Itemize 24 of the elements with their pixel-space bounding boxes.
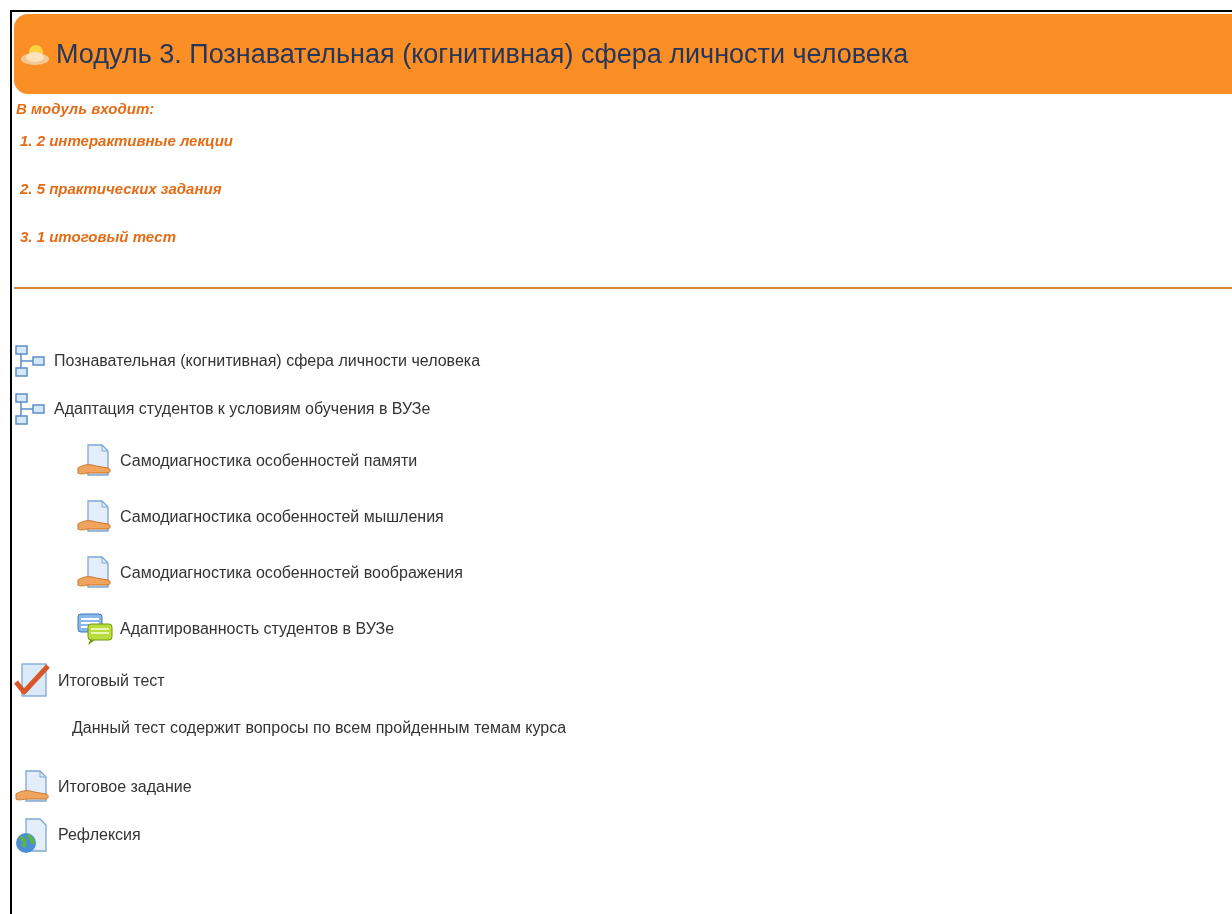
cloud-sun-icon <box>20 42 50 66</box>
summary-item: 2. 5 практических задания <box>20 179 223 199</box>
activity-link[interactable]: Рефлексия <box>58 826 141 844</box>
checkmark-document-icon <box>14 662 52 700</box>
summary-heading: В модуль входит: <box>16 100 156 117</box>
activity-link[interactable]: Итоговое задание <box>58 778 192 796</box>
summary-item: 1. 2 интерактивные лекции <box>20 131 235 151</box>
hand-document-icon <box>76 499 114 535</box>
lesson-tree-icon <box>14 392 48 426</box>
summary-item: 3. 1 итоговый тест <box>20 227 177 247</box>
activity-description: Данный тест содержит вопросы по всем пройденным темам курса <box>71 718 568 738</box>
activity-link[interactable]: Познавательная (когнитивная) сфера личности человека <box>54 352 481 370</box>
chat-icon <box>76 612 114 646</box>
hand-document-icon <box>76 555 114 591</box>
activity-link[interactable]: Адаптированность студентов в ВУЗе <box>120 620 395 638</box>
activity-link[interactable]: Самодиагностика особенностей памяти <box>120 452 418 470</box>
activity-link[interactable]: Самодиагностика особенностей воображения <box>120 564 463 582</box>
lesson-tree-icon <box>14 344 48 378</box>
activity-link[interactable]: Итоговый тест <box>58 672 165 690</box>
activity-link[interactable]: Самодиагностика особенностей мышления <box>120 508 444 526</box>
hand-document-icon <box>14 769 52 805</box>
hand-document-icon <box>76 443 114 479</box>
activity-link[interactable]: Адаптация студентов к условиям обучения в ВУЗе <box>54 400 431 418</box>
section-title: Модуль 3. Познавательная (когнитивная) сфера личности человека <box>56 38 909 70</box>
